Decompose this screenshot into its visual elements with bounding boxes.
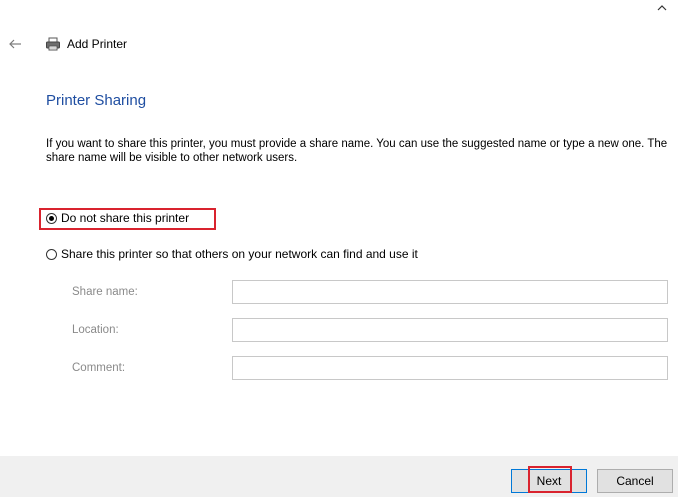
dialog-footer: Next Cancel [0, 456, 678, 497]
back-arrow-icon[interactable] [7, 36, 23, 52]
share-name-label: Share name: [72, 286, 138, 298]
share-printer-label: Share this printer so that others on you… [61, 247, 418, 261]
comment-label: Comment: [72, 362, 126, 374]
radio-button-selected[interactable] [46, 212, 57, 224]
title-bar: Add Printer [0, 34, 300, 56]
printer-icon [46, 37, 60, 51]
chevron-up-icon[interactable] [655, 2, 669, 14]
comment-field[interactable] [232, 356, 668, 380]
share-printer-option[interactable]: Share this printer so that others on you… [46, 247, 418, 261]
location-field[interactable] [232, 318, 668, 342]
next-button[interactable]: Next [511, 469, 587, 493]
do-not-share-label: Do not share this printer [61, 211, 190, 225]
window-title: Add Printer [67, 37, 128, 51]
page-description: If you want to share this printer, you m… [46, 138, 668, 164]
cancel-button[interactable]: Cancel [597, 469, 673, 493]
share-name-field[interactable] [232, 280, 668, 304]
page-title: Printer Sharing [46, 92, 147, 109]
location-label: Location: [72, 324, 119, 336]
radio-button-unselected[interactable] [46, 248, 57, 260]
do-not-share-option[interactable]: Do not share this printer [46, 211, 189, 225]
